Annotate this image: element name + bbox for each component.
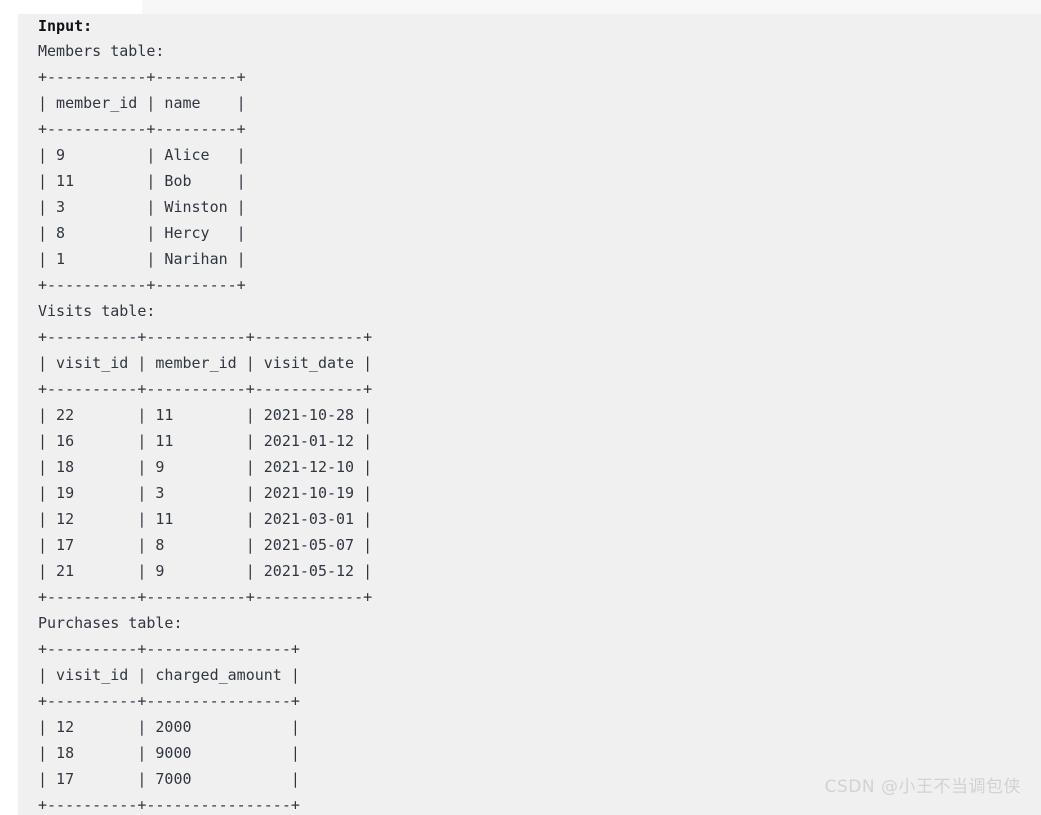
code-line: | 12 | 11 | 2021-03-01 | <box>38 510 373 528</box>
code-line: | 12 | 2000 | <box>38 718 300 736</box>
code-line: | 18 | 9 | 2021-12-10 | <box>38 458 373 476</box>
code-line: +----------+-----------+------------+ <box>38 328 373 346</box>
code-line: | 19 | 3 | 2021-10-19 | <box>38 484 373 502</box>
code-line: | visit_id | charged_amount | <box>38 666 300 684</box>
code-line: | member_id | name | <box>38 94 246 112</box>
tab-fragment <box>0 0 142 15</box>
code-line: | 16 | 11 | 2021-01-12 | <box>38 432 373 450</box>
input-heading: Input: <box>38 17 93 35</box>
code-line: | 9 | Alice | <box>38 146 246 164</box>
watermark: CSDN @小王不当调包侠 <box>824 777 1021 797</box>
code-line: +----------+-----------+------------+ <box>38 380 373 398</box>
code-line: +----------+-----------+------------+ <box>38 588 373 606</box>
code-line: | 18 | 9000 | <box>38 744 300 762</box>
code-line: | 21 | 9 | 2021-05-12 | <box>38 562 373 580</box>
code-line: Members table: <box>38 42 165 60</box>
code-line: +-----------+---------+ <box>38 68 246 86</box>
code-line: | 8 | Hercy | <box>38 224 246 242</box>
code-line: +-----------+---------+ <box>38 120 246 138</box>
code-line: | 1 | Narihan | <box>38 250 246 268</box>
top-strip <box>0 0 1041 14</box>
code-line: | 3 | Winston | <box>38 198 246 216</box>
code-line: | 22 | 11 | 2021-10-28 | <box>38 406 373 424</box>
code-line: | visit_id | member_id | visit_date | <box>38 354 373 372</box>
code-line: +-----------+---------+ <box>38 276 246 294</box>
code-line: Purchases table: <box>38 614 183 632</box>
code-line: Visits table: <box>38 302 156 320</box>
code-line: +----------+----------------+ <box>38 692 300 710</box>
code-line: +----------+----------------+ <box>38 640 300 658</box>
code-block: Input: Members table: +-----------+-------… <box>18 14 1041 815</box>
code-text: Input: Members table: +-----------+-------… <box>18 14 1041 815</box>
code-line: | 17 | 8 | 2021-05-07 | <box>38 536 373 554</box>
code-line: | 11 | Bob | <box>38 172 246 190</box>
